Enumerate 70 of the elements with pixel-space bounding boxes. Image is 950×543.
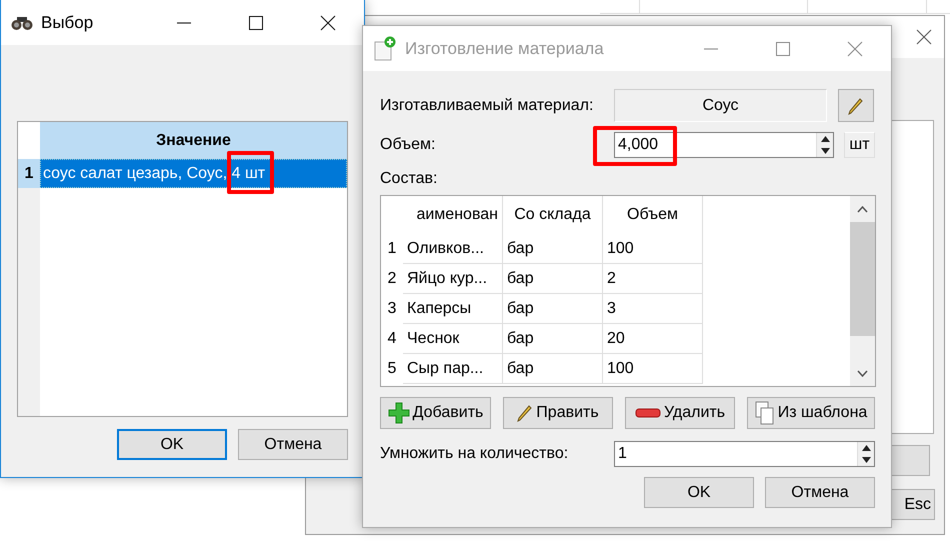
table-cell: Яйцо кур...	[403, 264, 503, 294]
binoculars-icon	[11, 14, 33, 30]
scroll-up-icon[interactable]	[857, 206, 868, 212]
unit-label: шт	[844, 132, 875, 158]
table-cell: бар	[503, 264, 603, 294]
minimize-icon	[176, 22, 192, 24]
material-field[interactable]: Соус	[614, 89, 827, 122]
template-button[interactable]: Из шаблона	[747, 397, 875, 429]
volume-field[interactable]: 4,000	[614, 132, 834, 158]
down-triangle-icon	[862, 457, 870, 463]
column-header: Объем	[603, 196, 703, 234]
row-number: 1	[18, 159, 40, 188]
spin-down-button[interactable]	[817, 145, 833, 157]
field-label: Умножить на количество:	[380, 445, 570, 463]
row-number: 3	[386, 299, 398, 319]
column-header: Со склада	[503, 196, 603, 234]
minimize-icon	[703, 48, 719, 50]
table-cell: Оливков...	[403, 234, 503, 264]
minus-icon	[634, 408, 661, 418]
new-document-icon	[373, 36, 397, 62]
plus-icon	[388, 402, 410, 424]
quantity-field[interactable]: 1	[614, 441, 875, 467]
row-number: 1	[386, 239, 398, 259]
window-title: Выбор	[41, 12, 94, 32]
table-cell: 2	[603, 264, 703, 294]
pencil-icon	[848, 96, 864, 114]
maximize-icon	[248, 14, 264, 30]
table-cell[interactable]: соус салат цезарь, Соус, 4 шт	[40, 159, 347, 188]
table-cell: бар	[503, 294, 603, 324]
cancel-button[interactable]: Отмена	[238, 429, 348, 460]
cancel-button[interactable]: Отмена	[765, 477, 875, 508]
table-cell: бар	[503, 354, 603, 384]
table-cell: Каперсы	[403, 294, 503, 324]
up-triangle-icon	[862, 445, 870, 451]
close-icon	[320, 14, 336, 30]
close-icon	[916, 29, 932, 45]
pencil-icon	[517, 404, 534, 422]
table-cell: бар	[503, 324, 603, 354]
table-cell: Сыр пар...	[403, 354, 503, 384]
ok-button[interactable]: OK	[117, 429, 227, 460]
table-cell: Чеснок	[403, 324, 503, 354]
ok-button[interactable]: OK	[644, 477, 754, 508]
window-title: Изготовление материала	[405, 38, 605, 58]
add-button[interactable]: Добавить	[380, 397, 491, 429]
up-triangle-icon	[820, 136, 830, 142]
column-header: аименован	[403, 196, 503, 234]
spin-down-button[interactable]	[858, 454, 874, 466]
section-label: Состав:	[380, 170, 438, 188]
table-cell: 100	[603, 234, 703, 264]
column-header: Значение	[40, 122, 347, 159]
maximize-icon	[775, 40, 791, 56]
spin-up-button[interactable]	[858, 442, 874, 454]
row-number: 5	[386, 359, 398, 379]
delete-button[interactable]: Удалить	[625, 397, 735, 429]
field-label: Объем:	[380, 136, 436, 154]
table-cell: бар	[503, 234, 603, 264]
scrollbar[interactable]	[850, 196, 875, 386]
row-number: 2	[386, 269, 398, 289]
scroll-down-icon[interactable]	[857, 370, 868, 376]
close-icon	[847, 40, 863, 56]
spin-up-button[interactable]	[817, 133, 833, 145]
table-cell: 3	[603, 294, 703, 324]
table-cell: 100	[603, 354, 703, 384]
copy-icon	[754, 401, 775, 425]
edit-button[interactable]	[838, 89, 874, 122]
field-label: Изготавливаемый материал:	[380, 96, 594, 114]
down-triangle-icon	[820, 148, 830, 154]
table-cell: 20	[603, 324, 703, 354]
row-number: 4	[386, 329, 398, 349]
edit-button[interactable]: Править	[503, 397, 613, 429]
